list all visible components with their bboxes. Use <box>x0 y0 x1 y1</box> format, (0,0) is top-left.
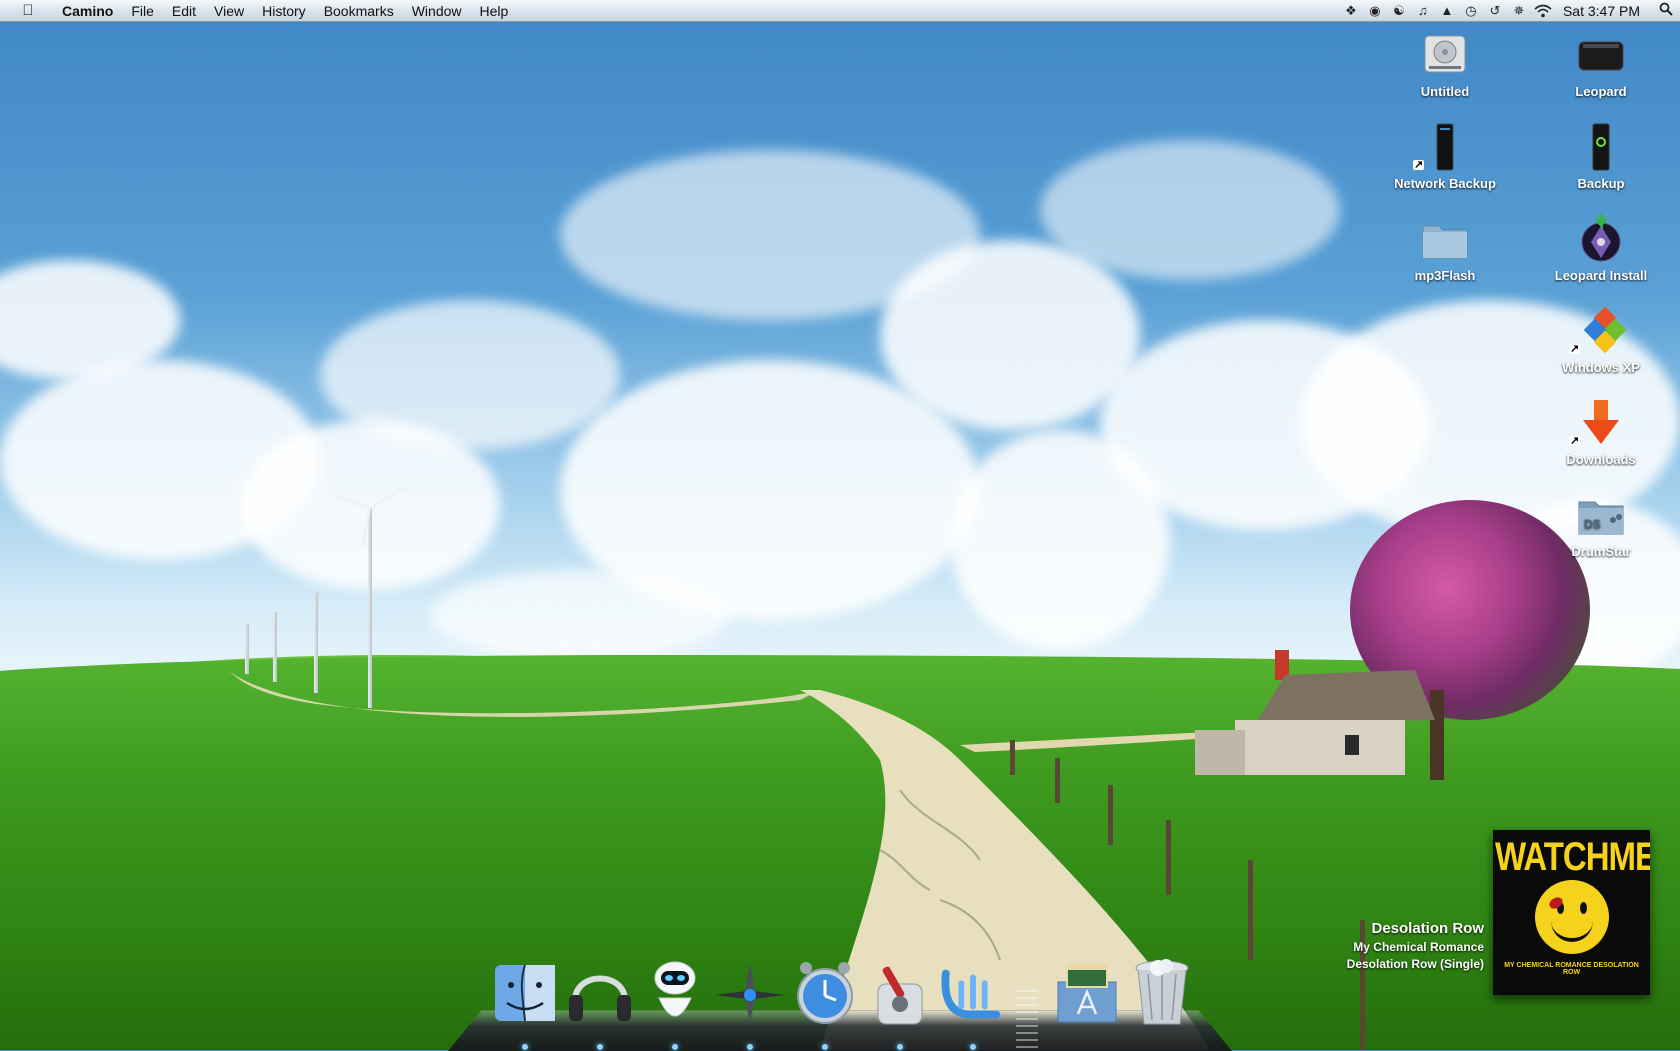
menu-history[interactable]: History <box>253 3 315 19</box>
wind-turbine <box>242 622 252 674</box>
dropbox-icon[interactable]: ❖ <box>1341 3 1361 19</box>
hard-drive-icon <box>1419 30 1471 80</box>
network-drive-alias-icon: ↗ <box>1413 122 1471 172</box>
dock-eve[interactable] <box>640 958 710 1050</box>
menu-file[interactable]: File <box>122 3 163 19</box>
now-playing-title: Desolation Row <box>1371 920 1484 937</box>
alias-arrow-icon: ↗ <box>1569 343 1581 355</box>
trash-icon <box>1135 959 1189 1025</box>
menu-edit[interactable]: Edit <box>163 3 205 19</box>
wind-turbine <box>268 610 282 682</box>
word-icon <box>941 969 1001 1019</box>
desktop-icon-leopard[interactable]: Leopard <box>1526 30 1676 99</box>
music-note-icon[interactable]: ♫ <box>1413 3 1433 19</box>
running-indicator <box>672 1044 678 1050</box>
running-indicator <box>897 1044 903 1050</box>
album-art-caption: MY CHEMICAL ROMANCE DESOLATION ROW <box>1504 962 1639 976</box>
applications-stack-icon <box>1057 964 1117 1023</box>
alias-arrow-icon: ↗ <box>1413 159 1425 171</box>
activity-monitor-icon <box>877 966 923 1025</box>
menu-bookmarks[interactable]: Bookmarks <box>315 3 403 19</box>
menu-help[interactable]: Help <box>471 3 518 19</box>
clock-icon <box>797 962 853 1024</box>
time-machine-icon[interactable]: ↺ <box>1485 3 1505 19</box>
wind-turbine <box>306 588 326 693</box>
running-indicator <box>522 1044 528 1050</box>
desktop-icon-windows-xp[interactable]: ↗ Windows XP <box>1526 306 1676 375</box>
compass-icon <box>715 963 785 1023</box>
running-indicator <box>822 1044 828 1050</box>
svg-text:DS: DS <box>1584 517 1601 531</box>
running-indicator <box>597 1044 603 1050</box>
now-playing-album: Desolation Row (Single) <box>1346 957 1484 971</box>
dock-separator <box>1016 990 1038 1050</box>
backup-drive-icon <box>1575 122 1627 172</box>
desktop-icon-drumstar[interactable]: DS DrumStar <box>1526 490 1676 559</box>
running-indicator <box>970 1044 976 1050</box>
dock-compass[interactable] <box>715 958 785 1050</box>
desktop-icon-network-backup[interactable]: ↗ Network Backup <box>1370 122 1520 191</box>
alias-arrow-icon: ↗ <box>1569 435 1581 447</box>
broom-icon[interactable]: ▲ <box>1437 3 1457 19</box>
downloads-alias-icon: ↗ <box>1569 398 1627 448</box>
desktop-icon-mp3flash[interactable]: mp3Flash <box>1370 214 1520 283</box>
app-menu[interactable]: Camino <box>53 3 122 19</box>
dock-finder[interactable] <box>490 958 560 1050</box>
now-playing-widget: Desolation Row My Chemical Romance Desol… <box>1347 920 1484 971</box>
album-art-title: WATCHMEN <box>1495 834 1650 879</box>
bluetooth-icon[interactable]: ✵ <box>1509 3 1529 19</box>
windows-alias-icon: ↗ <box>1569 306 1627 356</box>
now-playing-artist: My Chemical Romance <box>1353 940 1484 954</box>
folder-icon <box>1419 214 1471 264</box>
dock <box>448 950 1232 1050</box>
dock-trash[interactable] <box>1127 958 1197 1028</box>
cottage <box>1195 650 1435 775</box>
drumstar-folder-icon: DS <box>1575 490 1627 540</box>
headphones-icon <box>569 975 631 1021</box>
desktop-icon-downloads[interactable]: ↗ Downloads <box>1526 398 1676 467</box>
apple-menu-icon[interactable]:  <box>17 2 39 19</box>
dock-headphones[interactable] <box>565 958 635 1050</box>
album-artwork[interactable]: WATCHMEN MY CHEMICAL ROMANCE DESOLATION … <box>1493 830 1650 995</box>
spotlight-search-icon[interactable] <box>1652 2 1680 19</box>
desktop-icon-backup[interactable]: Backup <box>1526 122 1676 191</box>
menu-view[interactable]: View <box>205 3 253 19</box>
external-drive-icon <box>1575 30 1627 80</box>
menu-clock[interactable]: Sat 3:47 PM <box>1555 3 1652 19</box>
dock-activity-monitor[interactable] <box>865 958 935 1050</box>
dock-clock[interactable] <box>790 958 860 1050</box>
smiley-face-icon <box>1535 880 1609 954</box>
dock-applications-stack[interactable] <box>1052 958 1122 1028</box>
dock-word[interactable] <box>938 958 1008 1050</box>
wind-turbine <box>331 486 405 708</box>
yinyang-icon[interactable]: ☯ <box>1389 3 1409 19</box>
menu-bar:  Camino File Edit View History Bookmark… <box>0 0 1680 22</box>
menu-window[interactable]: Window <box>403 3 471 19</box>
running-indicator <box>747 1044 753 1050</box>
desktop-icon-untitled[interactable]: Untitled <box>1370 30 1520 99</box>
desktop-icon-leopard-install[interactable]: Leopard Install <box>1526 214 1676 283</box>
wifi-icon[interactable] <box>1533 3 1553 19</box>
finder-icon <box>495 964 555 1022</box>
eve-robot-icon <box>654 961 696 1017</box>
alarm-clock-icon[interactable]: ◷ <box>1461 3 1481 19</box>
growl-icon[interactable]: ◉ <box>1365 3 1385 19</box>
install-disc-icon <box>1575 214 1627 264</box>
